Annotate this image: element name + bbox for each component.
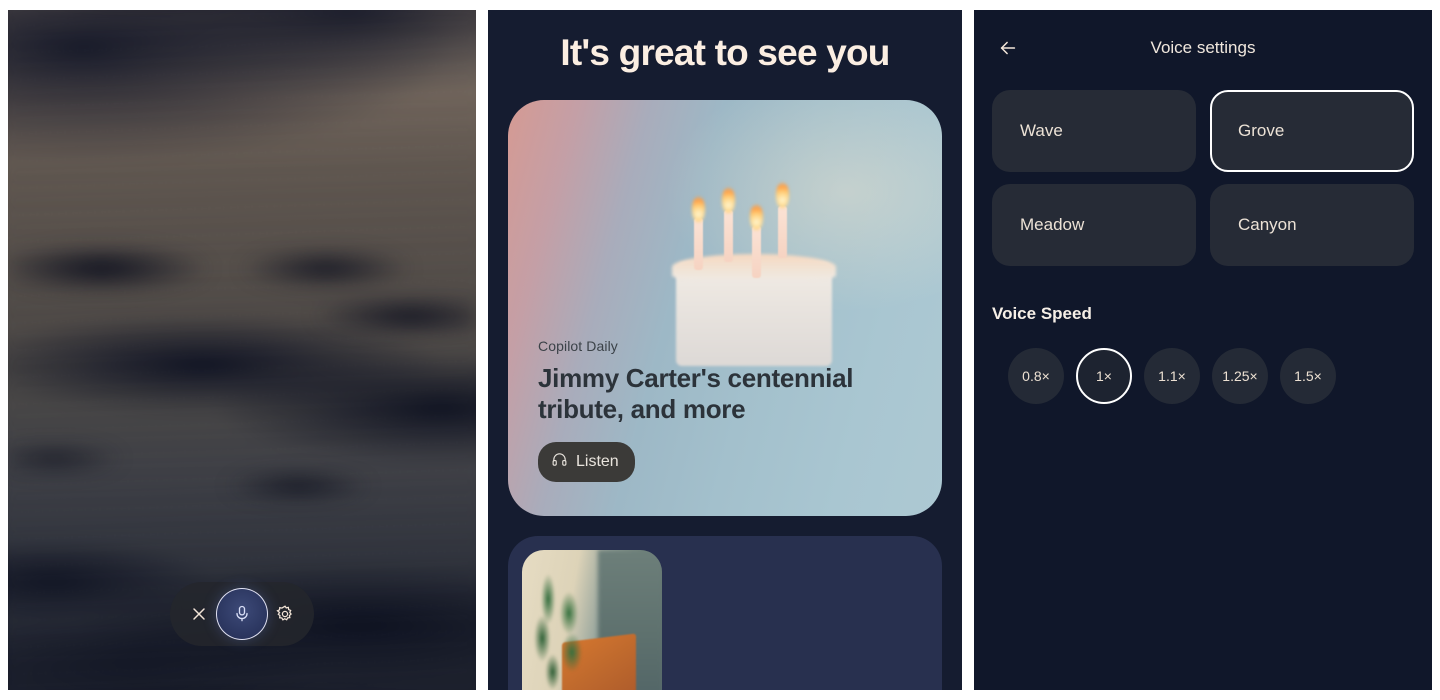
candle-flame (722, 187, 735, 213)
microphone-button[interactable] (216, 588, 268, 640)
speed-option-label: 1.5× (1294, 368, 1322, 384)
candle (752, 226, 761, 278)
settings-header: Voice settings (992, 10, 1414, 86)
speed-option-label: 1× (1096, 368, 1112, 384)
candle (724, 210, 733, 262)
resume-thumbnail (522, 550, 662, 690)
greeting-heading: It's great to see you (560, 32, 890, 73)
card-headline: Jimmy Carter's centennial tribute, and m… (538, 362, 854, 425)
voice-option-label: Grove (1238, 121, 1285, 140)
voice-option-label: Canyon (1238, 215, 1297, 234)
voice-option-label: Wave (1020, 121, 1063, 140)
gear-icon[interactable] (272, 601, 298, 627)
candle-flame (776, 182, 789, 208)
arrow-left-icon[interactable] (992, 32, 1024, 64)
headphones-icon (551, 451, 568, 473)
speed-option-1-1x[interactable]: 1.1× (1144, 348, 1200, 404)
voice-control-dock (170, 582, 314, 646)
copilot-feed-panel: It's great to see you Copilot Daily Jimm… (488, 10, 962, 690)
candle (778, 206, 787, 258)
speed-option-0-8x[interactable]: 0.8× (1008, 348, 1064, 404)
voice-option-meadow[interactable]: Meadow (992, 184, 1196, 266)
close-icon[interactable] (186, 601, 212, 627)
voice-speed-options: 0.8× 1× 1.1× 1.25× 1.5× (992, 348, 1414, 404)
thumbnail-plant (526, 574, 600, 690)
screenshot-root: It's great to see you Copilot Daily Jimm… (0, 0, 1440, 700)
card-kicker: Copilot Daily (538, 337, 618, 354)
voice-option-wave[interactable]: Wave (992, 90, 1196, 172)
candle (694, 218, 703, 270)
speed-option-label: 1.25× (1222, 368, 1258, 384)
voice-option-grove[interactable]: Grove (1210, 90, 1414, 172)
speed-option-label: 0.8× (1022, 368, 1050, 384)
voice-option-canyon[interactable]: Canyon (1210, 184, 1414, 266)
speed-option-1-25x[interactable]: 1.25× (1212, 348, 1268, 404)
microphone-icon (236, 605, 248, 622)
voice-option-label: Meadow (1020, 215, 1085, 234)
candle-flame (750, 204, 763, 230)
voice-speed-label: Voice Speed (992, 304, 1092, 323)
live-voice-panel (8, 10, 476, 690)
page-title: Voice settings (1150, 38, 1256, 57)
resume-card[interactable]: Build up your resume (508, 536, 942, 690)
copilot-daily-card[interactable]: Copilot Daily Jimmy Carter's centennial … (508, 100, 942, 516)
speed-option-label: 1.1× (1158, 368, 1186, 384)
copilot-daily-text: Copilot Daily Jimmy Carter's centennial … (538, 338, 908, 482)
listen-button-label: Listen (576, 453, 619, 470)
candle-flame (692, 196, 705, 222)
voice-settings-panel: Voice settings Wave Grove Meadow Canyon … (974, 10, 1432, 690)
voice-option-grid: Wave Grove Meadow Canyon (992, 90, 1414, 266)
listen-button[interactable]: Listen (538, 442, 635, 482)
speed-option-1x[interactable]: 1× (1076, 348, 1132, 404)
speed-option-1-5x[interactable]: 1.5× (1280, 348, 1336, 404)
